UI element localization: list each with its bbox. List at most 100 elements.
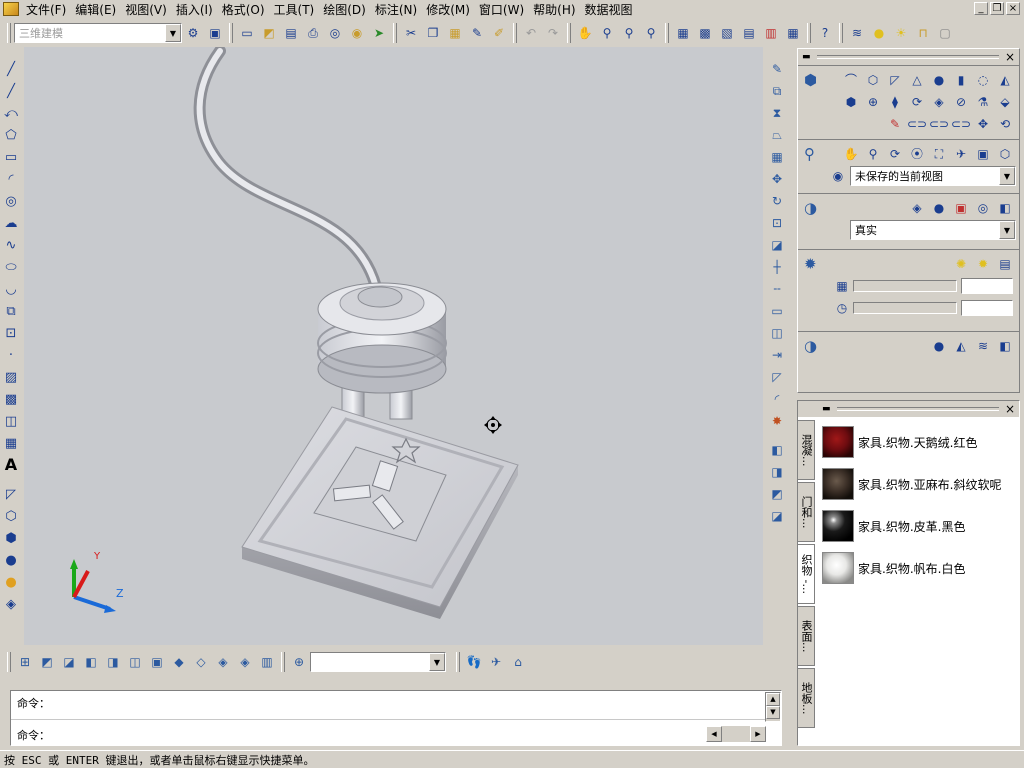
insert-block-icon[interactable]: ⧉ (2, 301, 20, 321)
named-views-icon[interactable]: ⊞ (15, 652, 35, 672)
fly-tool-icon[interactable]: ✈ (486, 652, 506, 672)
command-scrollbar[interactable]: ▲ ▼ (765, 692, 781, 722)
material-item[interactable]: 家具.织物.亚麻布.斜纹软呢 (822, 467, 1001, 501)
markup-icon[interactable]: ▥ (761, 23, 781, 43)
cut-icon[interactable]: ✂ (401, 23, 421, 43)
zoom-window-icon[interactable]: ⚲ (619, 23, 639, 43)
free-orbit-icon[interactable]: ⦿ (907, 144, 927, 164)
region-icon[interactable]: ◫ (2, 411, 20, 431)
ne-iso-icon[interactable]: ◈ (213, 652, 233, 672)
edge-effects-icon[interactable]: ◧ (995, 198, 1015, 218)
time-slider[interactable] (853, 302, 957, 314)
color-icon[interactable]: ▢ (935, 23, 955, 43)
tab-surfaces[interactable]: 表面... (797, 606, 815, 666)
arc-icon[interactable]: ◜ (2, 169, 20, 189)
tab-concrete[interactable]: 混凝... (797, 420, 815, 480)
rotate-icon[interactable]: ↻ (767, 191, 787, 211)
menu-item-view[interactable]: 视图(V) (122, 1, 173, 18)
restore-button[interactable]: ❐ (990, 2, 1004, 15)
back-view-icon[interactable]: ▣ (147, 652, 167, 672)
circle-icon[interactable]: ◎ (2, 191, 20, 211)
properties-icon[interactable]: ▦ (673, 23, 693, 43)
sweep-icon[interactable]: ⧫ (885, 92, 905, 112)
paint-icon[interactable]: ▣ (205, 23, 225, 43)
menu-item-tools[interactable]: 工具(T) (271, 1, 321, 18)
layer-tool-1-icon[interactable]: ◧ (767, 440, 787, 460)
revolve-icon[interactable]: ⟳ (907, 92, 927, 112)
plot-icon[interactable]: ➤ (369, 23, 389, 43)
environment-icon[interactable]: ≋ (973, 336, 993, 356)
chevron-down-icon[interactable]: ▼ (429, 653, 445, 671)
stretch-icon[interactable]: ◪ (767, 235, 787, 255)
make-block-icon[interactable]: ⊡ (2, 323, 20, 343)
ellipse-arc-icon[interactable]: ◡ (2, 279, 20, 299)
redo-icon[interactable]: ↷ (543, 23, 563, 43)
tab-flooring[interactable]: 地板... (797, 668, 815, 728)
right-view-icon[interactable]: ◨ (103, 652, 123, 672)
mirror-icon[interactable]: ⧗ (767, 103, 787, 123)
calculator-icon[interactable]: ▦ (783, 23, 803, 43)
move-icon[interactable]: ✥ (767, 169, 787, 189)
help-icon[interactable]: ? (815, 23, 835, 43)
toolbar-grip[interactable] (393, 23, 397, 43)
zoom-previous-icon[interactable]: ⚲ (641, 23, 661, 43)
revision-cloud-icon[interactable]: ☁ (2, 213, 20, 233)
fillet-icon[interactable]: ◜ (767, 389, 787, 409)
workspace-select[interactable]: 三维建模 ▼ (14, 23, 182, 43)
materials-icon[interactable]: ● (929, 336, 949, 356)
sphere-solid-icon[interactable]: ● (929, 70, 949, 90)
slice-icon[interactable]: ⊘ (951, 92, 971, 112)
camera-view-icon[interactable]: ▥ (257, 652, 277, 672)
navigation-panel-icon[interactable]: ⚲ (804, 145, 824, 165)
visual-style-panel-icon[interactable]: ◑ (804, 199, 824, 219)
polysolid-icon[interactable]: ⌒ (841, 70, 861, 90)
break-at-point-icon[interactable]: ⇥ (767, 345, 787, 365)
wedge-icon[interactable]: ◸ (2, 484, 20, 504)
brush-icon[interactable]: ✎ (467, 23, 487, 43)
top-view-icon[interactable]: ◩ (37, 652, 57, 672)
chevron-down-icon[interactable]: ▼ (999, 167, 1015, 185)
lock-icon[interactable]: ⊓ (913, 23, 933, 43)
loft-icon[interactable]: ◈ (929, 92, 949, 112)
toolbar-grip[interactable] (281, 652, 285, 672)
subtract-icon[interactable]: ⊂⊃ (929, 114, 949, 134)
toolbar-grip[interactable] (7, 23, 11, 43)
multiline-text-icon[interactable]: A (2, 455, 20, 475)
pan-icon[interactable]: ✋ (575, 23, 595, 43)
gear-icon[interactable]: ⚙ (183, 23, 203, 43)
tool-palette-icon[interactable]: ▧ (717, 23, 737, 43)
scroll-right-button[interactable]: ▶ (750, 726, 766, 742)
gradient-icon[interactable]: ▩ (2, 389, 20, 409)
close-icon[interactable]: × (1005, 402, 1015, 416)
toolbar-grip[interactable] (567, 23, 571, 43)
dashboard-title-bar[interactable]: ▬ × (798, 49, 1019, 65)
view-box-icon[interactable]: ⬡ (995, 144, 1015, 164)
chamfer-icon[interactable]: ◸ (767, 367, 787, 387)
toolbar-grip[interactable] (665, 23, 669, 43)
named-view-select[interactable]: 未保存的当前视图 ▼ (850, 166, 1016, 186)
spotlight-icon[interactable]: ✹ (973, 254, 993, 274)
save-icon[interactable]: ▤ (281, 23, 301, 43)
xray-icon[interactable]: ◈ (907, 198, 927, 218)
menu-item-data-view[interactable]: 数据视图 (582, 1, 639, 18)
fly-icon[interactable]: ✈ (951, 144, 971, 164)
command-hscroll[interactable]: ◀ ▶ (706, 726, 766, 742)
camera-icon[interactable]: ▣ (973, 144, 993, 164)
close-button[interactable]: × (1006, 2, 1020, 15)
3d-pan-icon[interactable]: ✋ (841, 144, 861, 164)
palette-menu-icon[interactable]: ▬ (802, 52, 811, 62)
point-icon[interactable]: · (2, 345, 20, 365)
sheet-set-icon[interactable]: ▤ (739, 23, 759, 43)
layer-tool-4-icon[interactable]: ◪ (767, 506, 787, 526)
copy-icon[interactable]: ❐ (423, 23, 443, 43)
toolbar-grip[interactable] (513, 23, 517, 43)
visual-style-select[interactable]: 真实 ▼ (850, 220, 1016, 240)
table-icon[interactable]: ▦ (2, 433, 20, 453)
cylinder-solid-icon[interactable]: ▮ (951, 70, 971, 90)
tab-doors-windows[interactable]: 门和... (797, 482, 815, 542)
cone-icon[interactable]: △ (907, 70, 927, 90)
menu-item-insert[interactable]: 插入(I) (173, 1, 219, 18)
modeling-panel-icon[interactable]: ⬢ (804, 71, 824, 91)
construction-line-icon[interactable]: ╱ (2, 81, 20, 101)
walk-settings-icon[interactable]: ⌂ (508, 652, 528, 672)
